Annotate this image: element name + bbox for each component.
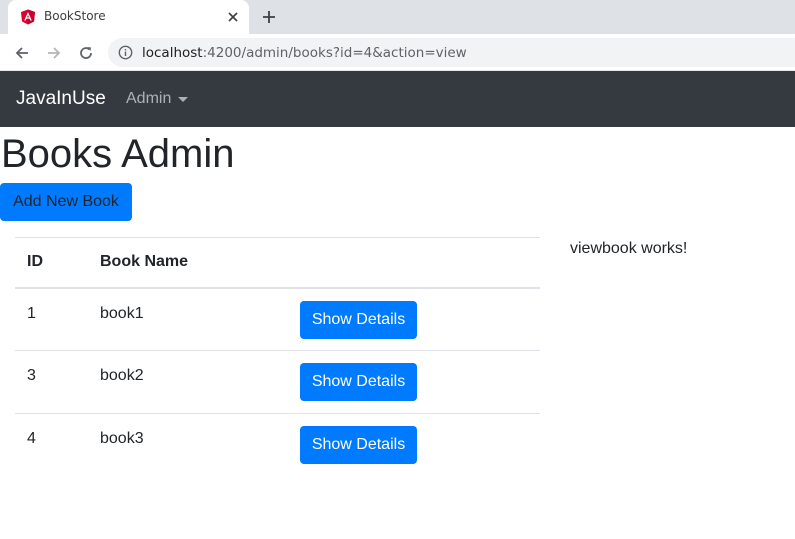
navbar-brand[interactable]: JavaInUse (16, 88, 106, 110)
url-path: :4200/admin/books?id=4&action=view (202, 45, 467, 61)
plus-icon[interactable] (259, 7, 279, 27)
add-new-book-button[interactable]: Add New Book (0, 183, 132, 221)
angular-icon (20, 9, 36, 25)
book-action-cell: Show Details (288, 350, 540, 414)
book-action-cell: Show Details (288, 414, 540, 477)
caret-down-icon (178, 96, 189, 102)
url-text: localhost:4200/admin/books?id=4&action=v… (142, 45, 467, 61)
table-row: 1 book1 Show Details (15, 287, 540, 351)
tab-title: BookStore (44, 9, 106, 23)
show-details-button[interactable]: Show Details (300, 363, 417, 401)
reload-icon[interactable] (74, 41, 98, 65)
column-header-book-name: Book Name (88, 237, 288, 289)
show-details-button[interactable]: Show Details (300, 300, 417, 339)
browser-tab[interactable]: BookStore (8, 0, 249, 34)
admin-dropdown-label: Admin (126, 90, 172, 107)
show-details-button[interactable]: Show Details (300, 426, 417, 464)
table-row: 4 book3 Show Details (15, 414, 540, 477)
arrow-right-icon[interactable] (42, 41, 66, 65)
address-bar[interactable]: localhost:4200/admin/books?id=4&action=v… (108, 38, 795, 67)
admin-dropdown[interactable]: Admin (126, 90, 189, 108)
viewbook-message: viewbook works! (570, 240, 688, 257)
browser-tabstrip: BookStore (0, 0, 795, 34)
column-header-id: ID (15, 237, 88, 289)
book-name: book3 (100, 430, 144, 447)
book-id: 3 (15, 350, 88, 414)
book-name: book1 (88, 287, 288, 351)
book-id: 4 (27, 430, 36, 447)
table-row: 3 book2 Show Details (15, 350, 540, 414)
arrow-left-icon[interactable] (10, 41, 34, 65)
table-header-row: ID Book Name (15, 237, 540, 289)
info-icon[interactable] (118, 45, 133, 60)
app-navbar: JavaInUse Admin (0, 71, 795, 127)
column-header-actions (288, 237, 540, 289)
book-action-cell: Show Details (288, 287, 540, 351)
book-id: 1 (15, 287, 88, 351)
browser-toolbar: localhost:4200/admin/books?id=4&action=v… (0, 34, 795, 71)
page-title: Books Admin (1, 132, 235, 176)
url-host: localhost (142, 45, 203, 61)
books-table: ID Book Name 1 book1 Show Details 3 book… (15, 237, 540, 477)
book-name: book2 (88, 350, 288, 414)
close-icon[interactable] (224, 8, 242, 26)
